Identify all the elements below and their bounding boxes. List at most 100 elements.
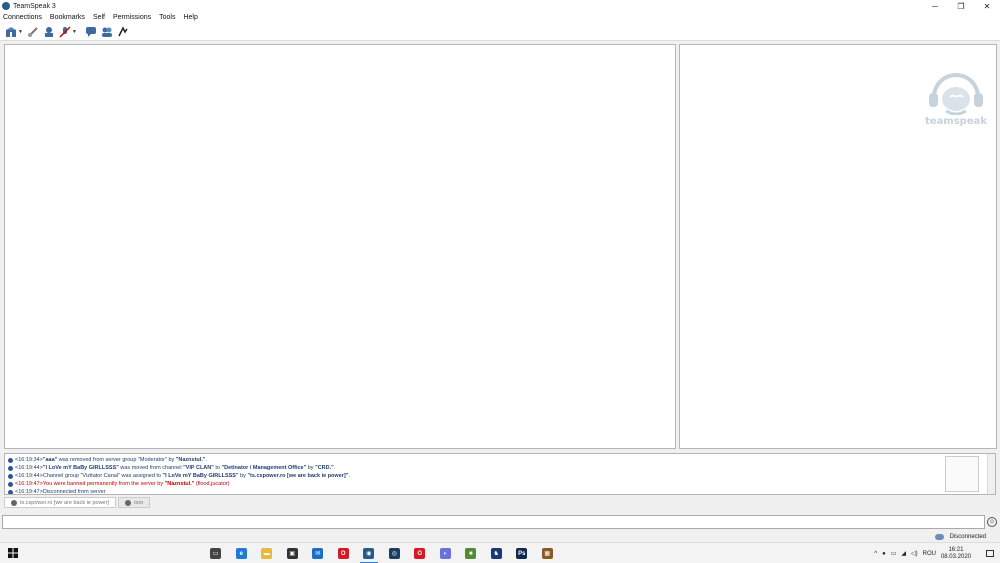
discord-taskbar-button[interactable]: ◐ (433, 543, 459, 563)
log-text: . (333, 465, 336, 471)
network-icon[interactable]: ◢ (901, 550, 906, 557)
chevron-up-icon[interactable]: ^ (874, 551, 877, 557)
menu-help[interactable]: Help (183, 14, 197, 21)
log-text: "Detinator / Management Office" (221, 465, 307, 471)
log-text: . (205, 457, 207, 463)
package-taskbar-button[interactable]: ▦ (535, 543, 561, 563)
connect-button[interactable]: ▼ (5, 25, 23, 39)
log-time: <16:19:34> (15, 457, 43, 463)
log-text: "Naznstul." (164, 481, 195, 487)
server-icon (11, 499, 17, 506)
edge-icon: e (235, 548, 247, 559)
tab-label: ooo (133, 499, 144, 506)
teamspeak-app-icon (2, 2, 10, 10)
title-bar: TeamSpeak 3 ─ ❐ ✕ (0, 0, 1000, 12)
chevron-down-icon[interactable]: ▼ (18, 29, 23, 35)
chat-input[interactable] (2, 515, 985, 529)
log-text: "VIP CLAN" (183, 465, 214, 471)
info-icon (8, 481, 13, 487)
notification-icon[interactable] (986, 550, 994, 557)
log-text: "ts.cspower.ro [we are back ie power]" (247, 473, 349, 479)
file-explorer-icon: ▬ (261, 548, 273, 559)
server-log: <16:19:34> "aaa" was removed from server… (4, 453, 996, 495)
cloud-icon (934, 534, 944, 540)
whisper-button[interactable] (117, 25, 129, 39)
steam-icon: ◎ (388, 548, 400, 559)
clock-date: 08.03.2020 (940, 553, 971, 560)
disconnect-button[interactable] (27, 25, 39, 39)
toolbar: ▼ ▼ (0, 23, 1000, 41)
info-icon (8, 473, 13, 479)
log-text: by (306, 465, 316, 471)
menu-permissions[interactable]: Permissions (113, 14, 151, 21)
menu-bookmarks[interactable]: Bookmarks (50, 14, 85, 21)
log-text: "aaa" (42, 457, 58, 463)
clock[interactable]: 16:21 08.03.2020 (941, 547, 976, 561)
whisper-icon (118, 25, 128, 36)
menu-tools[interactable]: Tools (159, 14, 175, 21)
log-lines: <16:19:34> "aaa" was removed from server… (8, 456, 995, 495)
tab-server-1[interactable]: ts.cspower.ro [we are back ie power] (4, 497, 116, 508)
log-scrollbar[interactable] (987, 454, 995, 494)
battery-icon[interactable]: ▭ (891, 550, 897, 557)
status-bar: Disconnected (0, 532, 1000, 542)
language-indicator[interactable]: ROU (923, 551, 936, 557)
menu-connections[interactable]: Connections (3, 14, 42, 21)
mute-microphone-button[interactable]: ▼ (59, 25, 77, 39)
restore-button[interactable]: ❐ (948, 0, 974, 12)
steam-taskbar-button[interactable]: ◎ (382, 543, 408, 563)
log-text: "I LoVe mY BaBy GIRLLSSS" (42, 465, 119, 471)
mail-icon: ✉ (312, 548, 324, 559)
log-text: (flood,jucator) (194, 481, 230, 487)
chevron-down-icon[interactable]: ▼ (72, 29, 77, 35)
teamspeak-logo: teamspeak (925, 67, 987, 127)
app-icon: ♞ (490, 548, 502, 559)
log-text: by (238, 473, 248, 479)
server-info-panel: teamspeak (679, 44, 997, 449)
taskbar-apps: ▭ e ▬ ▣ ✉ O ◉ ◎ O ◐ ■ ♞ Ps ▦ (203, 543, 560, 563)
microphone-icon[interactable]: ● (882, 551, 886, 557)
mute-microphone-icon (59, 25, 71, 38)
menu-self[interactable]: Self (93, 14, 105, 21)
task-view-taskbar-button[interactable]: ▭ (203, 543, 229, 563)
store-taskbar-button[interactable]: ▣ (280, 543, 306, 563)
teamspeak-icon: ◉ (363, 548, 375, 559)
log-text: "I LoVe mY BaBy GIRLLSSS" (162, 473, 239, 479)
task-view-icon: ▭ (210, 548, 222, 559)
log-text: Disconnected from server (42, 489, 106, 495)
log-line: <16:19:47> Disconnected from server (8, 488, 995, 495)
windows-taskbar: ▭ e ▬ ▣ ✉ O ◉ ◎ O ◐ ■ ♞ Ps ▦ ^ ● ▭ ◢ ◁) ROU 16:21 08.… (0, 542, 1000, 563)
minimize-button[interactable]: ─ (922, 0, 948, 12)
server-icon (124, 499, 131, 506)
log-text: was removed from server group "Moderator… (57, 457, 176, 463)
app-taskbar-button[interactable]: ♞ (484, 543, 510, 563)
mail-taskbar-button[interactable]: ✉ (305, 543, 331, 563)
emoji-icon[interactable]: ☺ (987, 517, 997, 527)
opera-gx-taskbar-button[interactable]: O (407, 543, 433, 563)
close-button[interactable]: ✕ (974, 0, 1000, 12)
photoshop-taskbar-button[interactable]: Ps (509, 543, 535, 563)
start-button[interactable] (0, 543, 26, 563)
file-explorer-taskbar-button[interactable]: ▬ (254, 543, 280, 563)
opera-taskbar-button[interactable]: O (331, 543, 357, 563)
tab-server-2[interactable]: ooo (117, 497, 151, 508)
chat-button[interactable] (85, 25, 97, 39)
teamspeak-taskbar-button[interactable]: ◉ (356, 543, 382, 563)
log-time: <16:19:44> (15, 465, 43, 471)
log-text: Channel group "Vizitator Canal" was assi… (42, 473, 163, 479)
discord-icon: ◐ (439, 548, 451, 559)
chat-icon (85, 26, 96, 37)
minecraft-taskbar-button[interactable]: ■ (458, 543, 484, 563)
channel-tree-panel[interactable] (4, 44, 676, 449)
minecraft-icon: ■ (465, 548, 477, 559)
menu-bar: Connections Bookmarks Self Permissions T… (0, 12, 1000, 23)
edge-taskbar-button[interactable]: e (229, 543, 255, 563)
connect-icon (6, 26, 16, 37)
contacts-button[interactable] (101, 25, 113, 39)
away-button[interactable] (43, 25, 55, 39)
windows-logo-icon (8, 548, 18, 558)
log-text: "Naznstul." (175, 457, 206, 463)
volume-icon[interactable]: ◁) (911, 550, 918, 557)
log-time: <16:19:47> (15, 481, 43, 487)
opera-gx-icon: O (414, 548, 426, 559)
